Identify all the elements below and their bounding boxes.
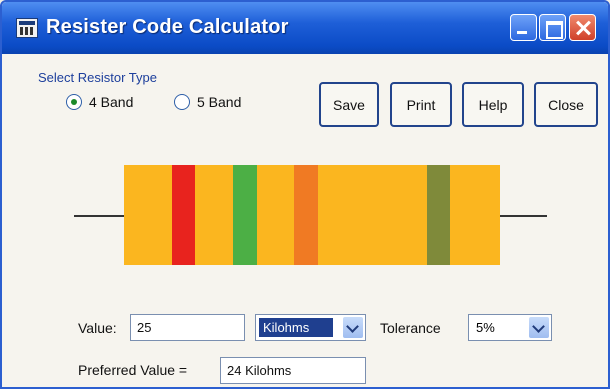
resistor-type-label: Select Resistor Type [38, 70, 157, 85]
maximize-button[interactable] [539, 14, 566, 41]
radio-5-band[interactable]: 5 Band [174, 94, 241, 110]
resistor-band-2 [233, 165, 257, 265]
radio-4-band[interactable]: 4 Band [66, 94, 133, 110]
chevron-down-icon[interactable] [343, 317, 363, 338]
value-input[interactable]: 25 [130, 314, 245, 341]
minimize-button[interactable] [510, 14, 537, 41]
calculator-window: Resister Code Calculator Select Resistor… [0, 0, 610, 389]
resistor-band-3 [294, 165, 318, 265]
chevron-down-icon[interactable] [529, 317, 549, 338]
save-button[interactable]: Save [319, 82, 379, 127]
preferred-value-field: 24 Kilohms [220, 357, 366, 384]
radio-selected-icon[interactable] [66, 94, 82, 110]
tolerance-select[interactable]: 5% [468, 314, 552, 341]
radio-5-band-label: 5 Band [197, 94, 242, 110]
unit-select[interactable]: Kilohms [255, 314, 366, 341]
resistor-lead-left [74, 215, 126, 217]
close-window-button[interactable] [569, 14, 596, 41]
resistor-band-1 [172, 165, 195, 265]
help-button[interactable]: Help [462, 82, 524, 127]
tolerance-label: Tolerance [380, 320, 441, 336]
window-title: Resister Code Calculator [46, 16, 289, 38]
resistor-band-4 [427, 165, 450, 265]
preferred-value-label: Preferred Value = [78, 362, 188, 378]
radio-4-band-label: 4 Band [89, 94, 134, 110]
radio-unselected-icon[interactable] [174, 94, 190, 110]
resistor-lead-right [498, 215, 547, 217]
calculator-app-icon [16, 18, 38, 38]
value-label: Value: [78, 320, 117, 336]
unit-select-value: Kilohms [259, 318, 333, 337]
close-button[interactable]: Close [534, 82, 598, 127]
tolerance-select-value: 5% [476, 320, 495, 335]
title-bar[interactable]: Resister Code Calculator [2, 2, 608, 54]
print-button[interactable]: Print [390, 82, 452, 127]
